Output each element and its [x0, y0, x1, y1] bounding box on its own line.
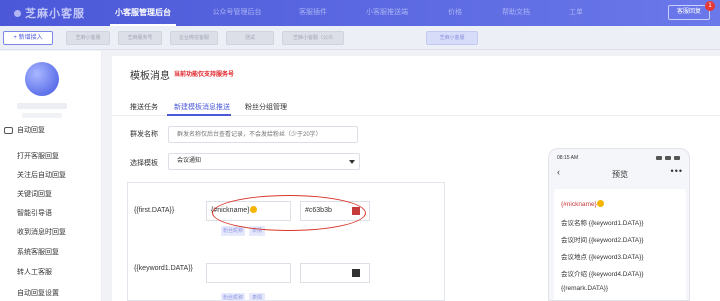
caret-down-icon: [349, 160, 355, 164]
nav-item-help[interactable]: 帮助文档: [494, 0, 538, 26]
sidebar-item[interactable]: 收到消息时回复: [17, 227, 66, 237]
sidebar-item[interactable]: 打开客服回复: [17, 151, 59, 161]
add-account-label: 新增接入: [18, 35, 43, 41]
field-value-input[interactable]: [206, 263, 291, 283]
insert-emoji-button[interactable]: 表情: [249, 293, 265, 301]
account-tab[interactable]: 芝麻服务号: [118, 31, 162, 45]
preview-line: 会议名称 {{keyword1.DATA}}: [561, 220, 644, 227]
subtab-bar: 推送任务 新建模板消息推送 粉丝分组管理: [112, 98, 720, 116]
nav-item-pricing[interactable]: 价格: [440, 0, 470, 26]
preview-line: 会议介绍 {{keyword4.DATA}}: [561, 271, 644, 278]
account-sub-placeholder: [22, 113, 62, 118]
broadcast-name-input[interactable]: [168, 126, 358, 143]
smiley-emoji-icon: [596, 200, 604, 207]
account-name-placeholder: [17, 103, 67, 109]
field-key: {{keyword1.DATA}}: [134, 265, 193, 272]
template-select-label: 选择模板: [130, 160, 158, 167]
sidebar-item[interactable]: 转人工客服: [17, 267, 52, 277]
preview-line: 会议地点 {{keyword3.DATA}}: [561, 254, 644, 261]
account-tab[interactable]: 芝麻小客服: [66, 31, 110, 45]
highlight-ellipse: [212, 195, 366, 231]
nav-item-ticket[interactable]: 工单: [562, 0, 590, 26]
preview-line: {{remark.DATA}}: [561, 285, 609, 292]
broadcast-name-label: 群发名称: [130, 131, 158, 138]
page-title: 模板消息: [130, 71, 170, 82]
tab-new-template-push[interactable]: 新建模板消息推送: [174, 102, 230, 112]
add-account-button[interactable]: + 新增接入: [3, 31, 53, 45]
account-tab[interactable]: 测试: [226, 31, 274, 45]
account-tab[interactable]: 芝麻小客服（公众: [282, 31, 344, 45]
nav-item-push[interactable]: 小客服推送端: [354, 0, 420, 26]
customer-reply-button[interactable]: 客服回复: [668, 5, 710, 20]
phone-preview: 08:15 AM ‹ 预览 ••• {#nickname} 会议名称 {{key…: [548, 148, 690, 301]
top-navbar: 芝麻小客服 小客服管理后台 公众号管理后台 客服插件 小客服推送端 价格 帮助文…: [0, 0, 720, 26]
brand-name: 芝麻小客服: [25, 8, 85, 20]
sidebar-item[interactable]: 智能引导语: [17, 208, 52, 218]
preview-title: 预览: [612, 170, 628, 179]
brand-logo[interactable]: 芝麻小客服: [14, 4, 100, 22]
phone-time: 08:15 AM: [557, 155, 579, 161]
phone-header: ‹ 预览 •••: [549, 165, 689, 183]
signal-icon: [656, 156, 680, 160]
brand-icon: [14, 9, 21, 17]
insert-nickname-button[interactable]: 粉丝昵称: [221, 226, 245, 236]
color-swatch[interactable]: [352, 269, 360, 277]
sidebar-item[interactable]: 系统客服回复: [17, 247, 59, 257]
account-tab-active[interactable]: 芝麻小客服: [426, 31, 478, 45]
account-tabbar: + 新增接入 芝麻小客服 芝麻服务号 企业微信客服 测试 芝麻小客服（公众 芝麻…: [0, 26, 720, 50]
avatar: [25, 62, 59, 96]
nav-item-plugin[interactable]: 客服插件: [288, 0, 338, 26]
notification-badge: 1: [705, 1, 715, 11]
nav-item-admin[interactable]: 小客服管理后台: [104, 0, 182, 26]
account-tab[interactable]: 企业微信客服: [170, 31, 218, 45]
field-key: {{first.DATA}}: [134, 207, 175, 214]
service-account-note: 当前功能仅支持服务号: [174, 72, 235, 78]
sidebar-group-auto-reply[interactable]: 自动回复: [4, 125, 45, 135]
active-tab-indicator: [167, 114, 231, 116]
sidebar: 自动回复 打开客服回复 关注后自动回复 关键词回复 智能引导语 收到消息时回复 …: [0, 51, 102, 301]
preview-line: {#nickname}: [561, 200, 604, 208]
preview-line-text: {#nickname}: [561, 201, 597, 208]
message-card: {#nickname} 会议名称 {{keyword1.DATA}} 会议时间 …: [554, 189, 686, 300]
sidebar-item[interactable]: 关键词回复: [17, 189, 52, 199]
tab-push-tasks[interactable]: 推送任务: [130, 102, 158, 112]
more-icon[interactable]: •••: [671, 166, 683, 176]
sidebar-group-label: 自动回复: [17, 127, 45, 134]
nav-item-official-account[interactable]: 公众号管理后台: [196, 0, 278, 26]
sidebar-item[interactable]: 自动回复设置: [17, 288, 59, 298]
tab-fan-groups[interactable]: 粉丝分组管理: [245, 102, 287, 112]
chat-icon: [4, 126, 13, 134]
preview-line: 会议时间 {{keyword2.DATA}}: [561, 237, 644, 244]
insert-nickname-button[interactable]: 粉丝昵称: [221, 293, 245, 301]
sidebar-item[interactable]: 关注后自动回复: [17, 170, 66, 180]
template-select[interactable]: 会议通知: [168, 153, 360, 170]
template-select-value: 会议通知: [177, 158, 202, 164]
